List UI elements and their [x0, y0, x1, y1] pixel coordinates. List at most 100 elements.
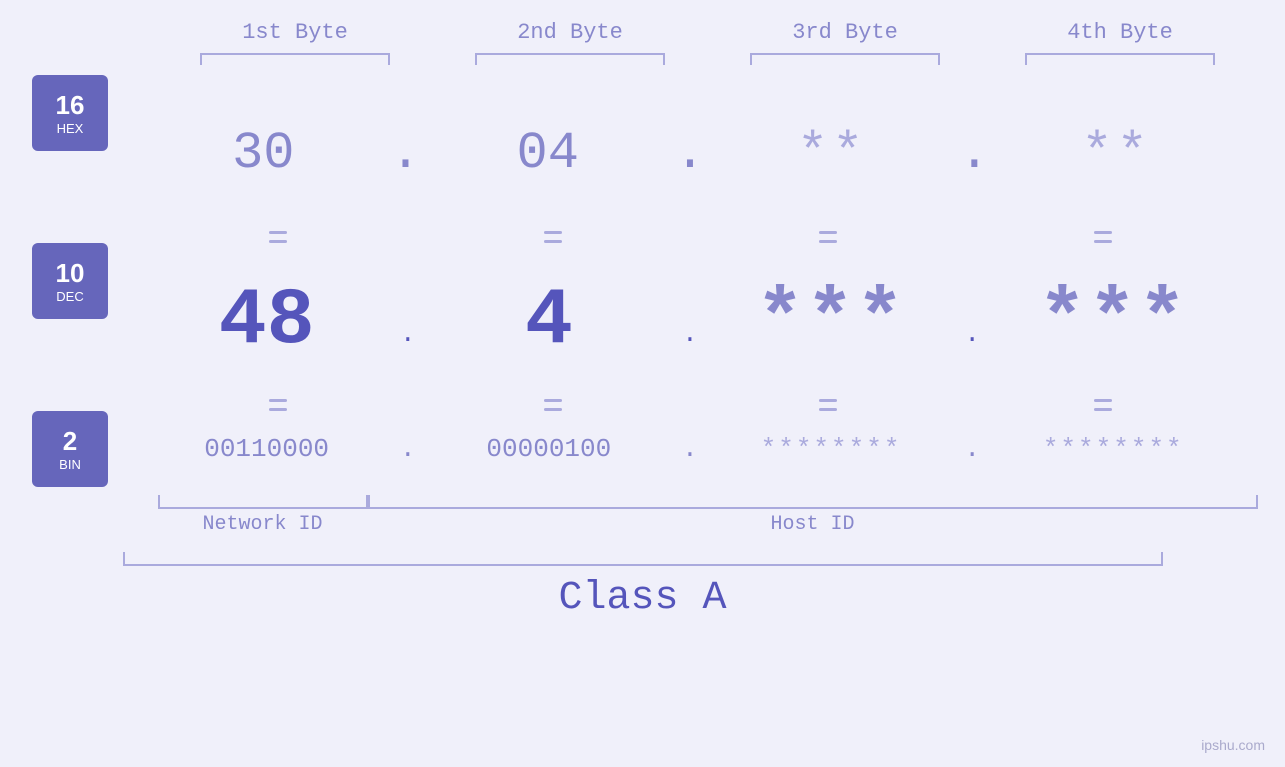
hex-badge-label: HEX: [57, 121, 84, 136]
hex-dot-1: .: [390, 124, 421, 183]
byte-headers: 1st Byte 2nd Byte 3rd Byte 4th Byte: [158, 20, 1258, 45]
eq-line-top: [269, 231, 287, 234]
network-id-label: Network ID: [158, 513, 368, 536]
hex-val-1: 30: [153, 124, 373, 183]
top-bracket-row: [158, 53, 1258, 65]
eq-icon-2-4: [1094, 399, 1112, 411]
bin-dot-3: .: [964, 434, 980, 464]
hex-val-3: **: [722, 124, 942, 183]
dec-dot-3: .: [964, 319, 980, 349]
dec-val-3: ***: [721, 276, 941, 367]
bracket-4: [1025, 53, 1215, 65]
bin-badge-col: 2 BIN: [0, 411, 140, 487]
bin-dot-2: .: [682, 434, 698, 464]
eq-line-top: [544, 399, 562, 402]
eq-line-top: [819, 231, 837, 234]
eq-line-top: [544, 231, 562, 234]
hex-values-col: 30 . 04 . ** . **: [140, 124, 1285, 183]
bin-v4-text: ********: [1043, 434, 1184, 464]
bin-val-3: ********: [721, 434, 941, 464]
byte-header-4: 4th Byte: [1010, 20, 1230, 45]
eq-icon-2-3: [819, 399, 837, 411]
dec-val-4: ***: [1003, 276, 1223, 367]
hex-badge-col: 16 HEX: [0, 75, 140, 231]
byte-header-1: 1st Byte: [185, 20, 405, 45]
dec-value-row: 48 . 4 . *** . ***: [140, 276, 1240, 367]
dec-row-wrapper: 10 DEC 48 . 4 . *** . ***: [0, 243, 1285, 399]
bin-badge: 2 BIN: [32, 411, 108, 487]
bracket-2: [475, 53, 665, 65]
hex-dot-3: .: [959, 124, 990, 183]
bin-row-wrapper: 2 BIN 00110000 . 00000100 . ******** . *…: [0, 411, 1285, 487]
eq-line-top: [1094, 231, 1112, 234]
bottom-bracket-container: [158, 495, 1258, 509]
byte-header-2: 2nd Byte: [460, 20, 680, 45]
bin-val-2: 00000100: [439, 434, 659, 464]
eq-icon-1-3: [819, 231, 837, 243]
dec-dot-1: .: [400, 319, 416, 349]
eq-cell-1-2: [443, 231, 663, 243]
hex-value-row: 30 . 04 . ** . **: [140, 124, 1240, 183]
eq-line-top: [1094, 399, 1112, 402]
dec-badge-num: 10: [56, 258, 85, 289]
bin-dot-1: .: [400, 434, 416, 464]
dec-badge-label: DEC: [56, 289, 83, 304]
bin-badge-label: BIN: [59, 457, 81, 472]
bin-val-1: 00110000: [157, 434, 377, 464]
hex-badge: 16 HEX: [32, 75, 108, 151]
hex-badge-num: 16: [56, 90, 85, 121]
eq-cell-1-1: [168, 231, 388, 243]
dec-badge: 10 DEC: [32, 243, 108, 319]
bottom-bracket-network: [158, 495, 368, 509]
hex-v4-text: **: [1081, 124, 1151, 183]
dec-v1-text: 48: [219, 276, 315, 367]
equals-inner-2: [140, 399, 1240, 411]
dec-val-1: 48: [157, 276, 377, 367]
hex-row-wrapper: 16 HEX 30 . 04 . ** . **: [0, 75, 1285, 231]
dec-badge-col: 10 DEC: [0, 243, 140, 399]
bottom-bracket-host: [368, 495, 1258, 509]
eq-line-top: [269, 399, 287, 402]
dec-v3-text: ***: [756, 276, 906, 367]
dec-values-col: 48 . 4 . *** . ***: [140, 276, 1285, 367]
eq-cell-2-3: [718, 399, 938, 411]
bin-values-col: 00110000 . 00000100 . ******** . *******…: [140, 434, 1285, 464]
eq-icon-1-2: [544, 231, 562, 243]
dec-dot-2: .: [682, 319, 698, 349]
eq-line-top: [819, 399, 837, 402]
eq-cell-2-1: [168, 399, 388, 411]
dec-v4-text: ***: [1038, 276, 1188, 367]
eq-cell-2-4: [993, 399, 1213, 411]
main-container: 1st Byte 2nd Byte 3rd Byte 4th Byte 16 H…: [0, 0, 1285, 767]
hex-v3-text: **: [797, 124, 867, 183]
host-id-label: Host ID: [368, 513, 1258, 536]
class-label: Class A: [0, 576, 1285, 621]
hex-v2-text: 04: [517, 124, 579, 183]
hex-val-4: **: [1007, 124, 1227, 183]
equals-inner-1: [140, 231, 1240, 243]
eq-cell-1-4: [993, 231, 1213, 243]
eq-cell-1-3: [718, 231, 938, 243]
bin-v3-text: ********: [761, 434, 902, 464]
eq-icon-1-1: [269, 231, 287, 243]
equals-row-1: [0, 231, 1285, 243]
hex-dot-2: .: [674, 124, 705, 183]
bin-v2-text: 00000100: [486, 434, 611, 464]
bin-v1-text: 00110000: [204, 434, 329, 464]
hex-v1-text: 30: [232, 124, 294, 183]
eq-cell-2-2: [443, 399, 663, 411]
bracket-1: [200, 53, 390, 65]
eq-icon-2-1: [269, 399, 287, 411]
equals-row-2: [0, 399, 1285, 411]
watermark: ipshu.com: [1201, 737, 1265, 753]
full-bottom-bracket: [123, 552, 1163, 566]
byte-header-3: 3rd Byte: [735, 20, 955, 45]
hex-val-2: 04: [438, 124, 658, 183]
bin-val-4: ********: [1003, 434, 1223, 464]
bracket-3: [750, 53, 940, 65]
eq-icon-2-2: [544, 399, 562, 411]
bin-value-row: 00110000 . 00000100 . ******** . *******…: [140, 434, 1240, 464]
dec-v2-text: 4: [525, 276, 573, 367]
id-labels-row: Network ID Host ID: [158, 513, 1258, 536]
eq-icon-1-4: [1094, 231, 1112, 243]
